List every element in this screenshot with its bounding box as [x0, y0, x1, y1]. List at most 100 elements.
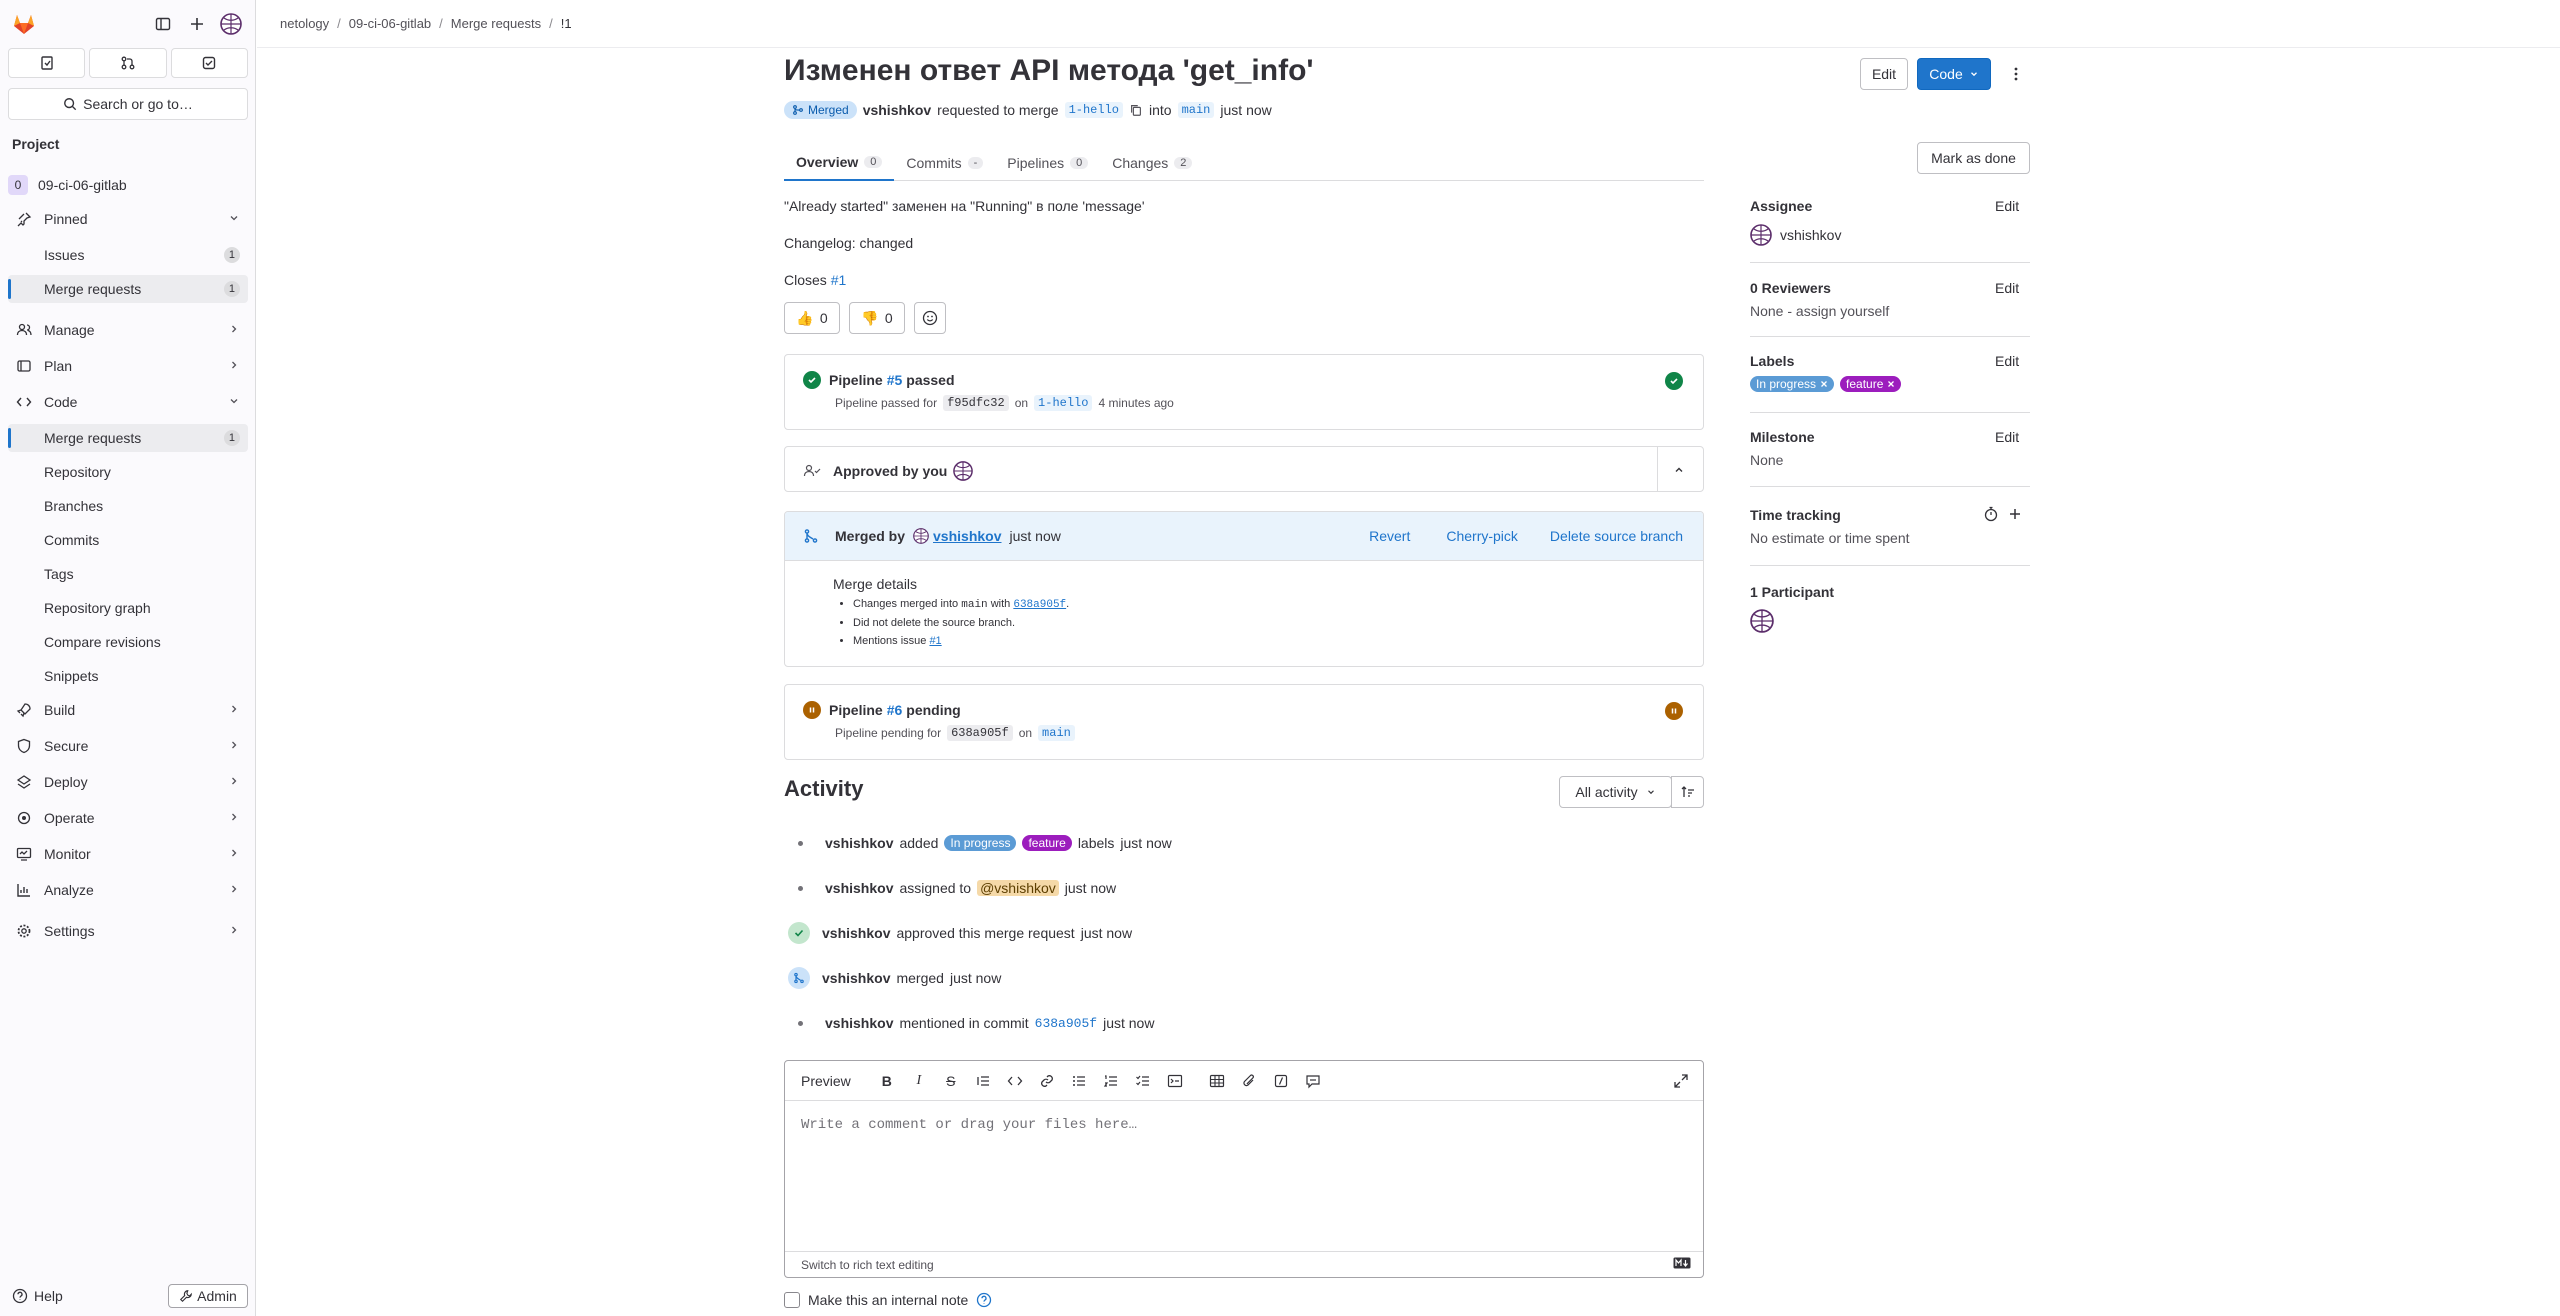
numbered-list-icon[interactable]: [1097, 1067, 1125, 1095]
bold-icon[interactable]: B: [873, 1067, 901, 1095]
activity-user[interactable]: vshishkov: [822, 925, 890, 941]
gitlab-logo-icon[interactable]: [12, 12, 36, 36]
sidebar-item-manage[interactable]: Manage: [8, 316, 248, 344]
sidebar-item-build[interactable]: Build: [8, 696, 248, 724]
commit-sha[interactable]: 638a905f: [947, 725, 1013, 741]
merger-avatar[interactable]: [913, 528, 929, 544]
sidebar-item-plan[interactable]: Plan: [8, 352, 248, 380]
bulleted-list-icon[interactable]: [1065, 1067, 1093, 1095]
breadcrumb-item[interactable]: !1: [561, 16, 572, 31]
copy-icon[interactable]: [1129, 103, 1143, 117]
remove-label-icon[interactable]: [1820, 380, 1828, 388]
pipeline-link[interactable]: #6: [887, 702, 903, 718]
breadcrumb-item[interactable]: netology: [280, 16, 329, 31]
sidebar-item-code[interactable]: Code: [8, 388, 248, 416]
label-badge[interactable]: feature: [1022, 835, 1072, 851]
mark-as-done-button[interactable]: Mark as done: [1917, 142, 2030, 174]
sidebar-item-merge-requests[interactable]: Merge requests 1: [8, 424, 248, 452]
admin-button[interactable]: Admin: [168, 1284, 248, 1308]
more-actions-button[interactable]: [2002, 58, 2030, 90]
branch-link[interactable]: main: [1038, 725, 1075, 741]
activity-user[interactable]: vshishkov: [825, 1015, 893, 1031]
sidebar-item-repository[interactable]: Repository: [8, 458, 248, 486]
switch-rich-text-button[interactable]: Switch to rich text editing: [801, 1258, 934, 1272]
tab-overview[interactable]: Overview 0: [784, 145, 895, 181]
create-new-icon[interactable]: [186, 13, 208, 35]
attach-file-icon[interactable]: [1235, 1067, 1263, 1095]
activity-user[interactable]: vshishkov: [825, 835, 893, 851]
edit-assignee-button[interactable]: Edit: [1995, 198, 2019, 214]
add-reaction-button[interactable]: [914, 302, 946, 334]
user-avatar[interactable]: [220, 13, 242, 35]
commit-sha[interactable]: f95dfc32: [943, 395, 1009, 411]
target-branch[interactable]: main: [1177, 102, 1215, 118]
sidebar-item-merge-requests-pinned[interactable]: Merge requests 1: [8, 275, 248, 303]
label-feature[interactable]: feature: [1840, 376, 1902, 392]
todo-list-button[interactable]: [170, 48, 248, 78]
pipeline-link[interactable]: #5: [887, 372, 903, 388]
code-dropdown-button[interactable]: Code: [1917, 58, 1991, 90]
merge-requests-button[interactable]: [89, 48, 167, 78]
question-icon[interactable]: [976, 1292, 992, 1308]
collapsible-section-icon[interactable]: [1161, 1067, 1189, 1095]
stopwatch-icon[interactable]: [1983, 506, 1999, 525]
breadcrumb-item[interactable]: 09-ci-06-gitlab: [349, 16, 431, 31]
author-link[interactable]: vshishkov: [863, 102, 931, 118]
sidebar-item-compare-revisions[interactable]: Compare revisions: [8, 628, 248, 656]
revert-button[interactable]: Revert: [1369, 528, 1410, 544]
sidebar-item-monitor[interactable]: Monitor: [8, 840, 248, 868]
add-time-icon[interactable]: [2007, 506, 2023, 525]
collapse-approvals-button[interactable]: [1673, 463, 1685, 479]
thumbs-up-button[interactable]: 👍 0: [784, 302, 840, 334]
approver-avatar[interactable]: [953, 461, 974, 481]
code-icon[interactable]: [1001, 1067, 1029, 1095]
issue-link[interactable]: #1: [929, 635, 941, 647]
user-mention[interactable]: @vshishkov: [977, 880, 1059, 896]
sidebar-item-commits[interactable]: Commits: [8, 526, 248, 554]
sidebar-item-secure[interactable]: Secure: [8, 732, 248, 760]
sidebar-item-snippets[interactable]: Snippets: [8, 662, 248, 690]
comment-textarea-placeholder[interactable]: Write a comment or drag your files here…: [801, 1117, 1137, 1133]
preview-toggle[interactable]: Preview: [793, 1069, 859, 1093]
merger-link[interactable]: vshishkov: [933, 528, 1001, 544]
project-link[interactable]: 0 09-ci-06-gitlab: [8, 174, 248, 196]
sidebar-item-issues-pinned[interactable]: Issues 1: [8, 241, 248, 269]
remove-label-icon[interactable]: [1887, 380, 1895, 388]
activity-filter-dropdown[interactable]: All activity: [1559, 776, 1672, 808]
breadcrumb-item[interactable]: Merge requests: [451, 16, 541, 31]
source-branch[interactable]: 1-hello: [1064, 102, 1123, 118]
sidebar-item-analyze[interactable]: Analyze: [8, 876, 248, 904]
commit-link[interactable]: 638a905f: [1035, 1016, 1097, 1031]
edit-milestone-button[interactable]: Edit: [1995, 429, 2019, 445]
sidebar-item-tags[interactable]: Tags: [8, 560, 248, 588]
label-badge[interactable]: In progress: [944, 835, 1017, 851]
pipeline-stage-pending-icon[interactable]: [1665, 702, 1683, 720]
collapse-sidebar-icon[interactable]: [152, 13, 174, 35]
internal-note-checkbox[interactable]: [784, 1292, 800, 1308]
comment-template-icon[interactable]: [1299, 1067, 1327, 1095]
edit-reviewers-button[interactable]: Edit: [1995, 280, 2019, 296]
strikethrough-icon[interactable]: S: [937, 1067, 965, 1095]
cherry-pick-button[interactable]: Cherry-pick: [1446, 528, 1518, 544]
sidebar-item-pinned[interactable]: Pinned: [8, 205, 248, 233]
branch-link[interactable]: 1-hello: [1034, 395, 1093, 411]
status-success-icon[interactable]: [803, 371, 821, 389]
assigned-issues-button[interactable]: [8, 48, 86, 78]
task-list-icon[interactable]: [1129, 1067, 1157, 1095]
sort-direction-button[interactable]: [1671, 776, 1704, 808]
help-button[interactable]: Help: [12, 1288, 63, 1304]
delete-source-branch-button[interactable]: Delete source branch: [1550, 528, 1683, 544]
sidebar-item-deploy[interactable]: Deploy: [8, 768, 248, 796]
quote-list-icon[interactable]: [969, 1067, 997, 1095]
tab-pipelines[interactable]: Pipelines 0: [995, 145, 1100, 181]
thumbs-down-button[interactable]: 👎 0: [849, 302, 905, 334]
status-pending-icon[interactable]: [803, 701, 821, 719]
search-button[interactable]: Search or go to…: [8, 88, 248, 120]
tab-changes[interactable]: Changes 2: [1100, 145, 1204, 181]
sidebar-item-operate[interactable]: Operate: [8, 804, 248, 832]
table-icon[interactable]: [1203, 1067, 1231, 1095]
issue-link[interactable]: #1: [831, 272, 847, 288]
label-in-progress[interactable]: In progress: [1750, 376, 1835, 392]
edit-button[interactable]: Edit: [1860, 58, 1908, 90]
reviewers-value[interactable]: None - assign yourself: [1750, 303, 1889, 319]
